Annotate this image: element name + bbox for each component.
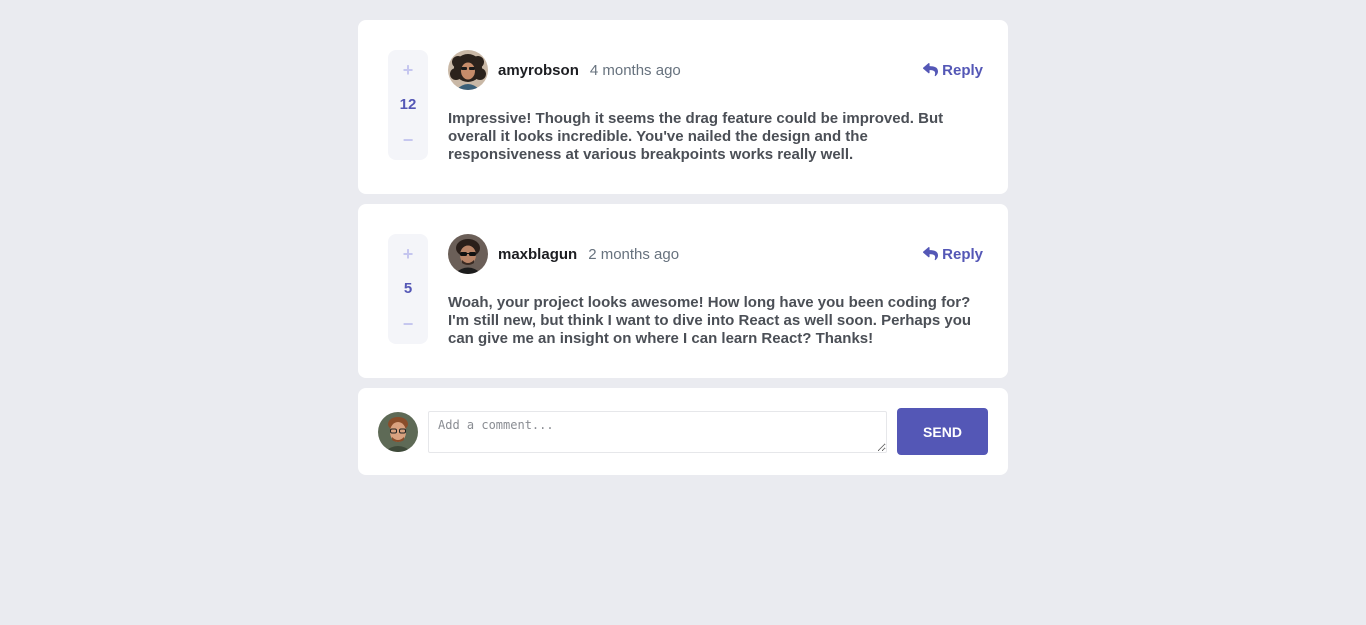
plus-icon[interactable]: + <box>388 244 428 264</box>
comment-card: + 12 − amyrobson 4 months ago Reply Impr… <box>358 20 1008 194</box>
plus-icon[interactable]: + <box>388 60 428 80</box>
comment-card: + 5 − maxblagun 2 months ago Reply Woah,… <box>358 204 1008 378</box>
comments-section: + 12 − amyrobson 4 months ago Reply Impr… <box>358 20 1008 475</box>
reply-label: Reply <box>942 245 983 263</box>
vote-score: 12 <box>399 96 417 113</box>
comment-text: Impressive! Though it seems the drag fea… <box>448 110 944 163</box>
send-button[interactable]: SEND <box>897 408 988 455</box>
add-comment-form: SEND <box>358 388 1008 475</box>
avatar <box>448 50 488 90</box>
reply-label: Reply <box>942 61 983 79</box>
comment-input[interactable] <box>428 411 887 453</box>
reply-button[interactable]: Reply <box>923 62 983 79</box>
timestamp: 2 months ago <box>588 245 680 263</box>
username[interactable]: maxblagun <box>498 246 577 263</box>
reply-button[interactable]: Reply <box>923 246 983 263</box>
reply-arrow-icon <box>923 63 939 77</box>
timestamp: 4 months ago <box>589 61 681 79</box>
minus-icon[interactable]: − <box>388 314 428 334</box>
minus-icon[interactable]: − <box>388 130 428 150</box>
vote-score: 5 <box>403 280 413 297</box>
comment-header: maxblagun 2 months ago Reply <box>448 234 983 274</box>
vote-widget: + 12 − <box>388 50 428 160</box>
comment-text: Woah, your project looks awesome! How lo… <box>448 294 972 347</box>
vote-widget: + 5 − <box>388 234 428 344</box>
reply-arrow-icon <box>923 247 939 261</box>
username[interactable]: amyrobson <box>498 62 579 79</box>
comment-header: amyrobson 4 months ago Reply <box>448 50 983 90</box>
avatar <box>448 234 488 274</box>
current-user-avatar <box>378 412 418 452</box>
